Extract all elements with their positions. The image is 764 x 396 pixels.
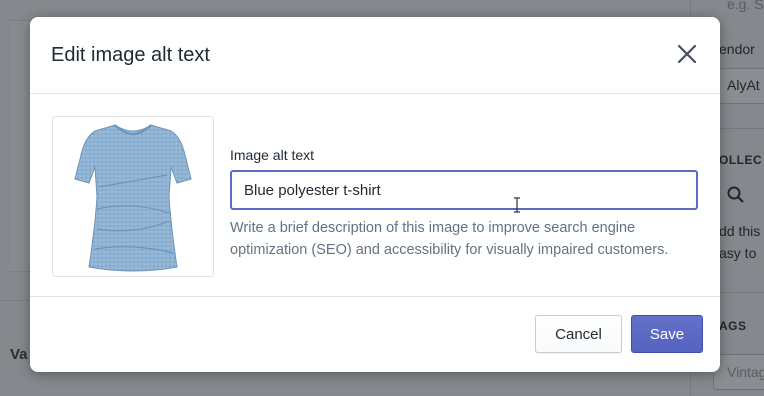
background-vendor-value: AlyAt [727, 77, 760, 93]
background-vendor-label: endor [719, 41, 755, 57]
alt-text-label: Image alt text [230, 147, 315, 163]
product-image-thumbnail [52, 116, 214, 277]
modal-footer: Cancel Save [30, 296, 720, 372]
edit-alt-text-modal: Edit image alt text Image alt text Blue … [30, 17, 720, 372]
background-collections-help-2: asy to [719, 245, 757, 261]
save-button[interactable]: Save [631, 315, 703, 353]
close-icon [677, 44, 697, 64]
alt-text-help: Write a brief description of this image … [230, 220, 669, 258]
background-tags-heading: AGS [719, 319, 747, 333]
close-button[interactable] [674, 41, 700, 67]
alt-text-input[interactable] [230, 170, 698, 210]
background-collections-help-1: dd this [719, 223, 761, 239]
background-search-icon [727, 186, 745, 209]
background-tags-placeholder: Vintag [727, 364, 764, 380]
background-variants-heading: Va [10, 346, 28, 363]
tshirt-image [74, 124, 192, 272]
modal-title: Edit image alt text [51, 44, 210, 66]
background-placeholder-top: e.g. S [727, 0, 764, 12]
cancel-button[interactable]: Cancel [535, 315, 622, 353]
background-collections-heading: OLLEC [719, 153, 763, 167]
modal-body: Image alt text Write a brief description… [30, 94, 720, 296]
modal-header: Edit image alt text [30, 17, 720, 94]
